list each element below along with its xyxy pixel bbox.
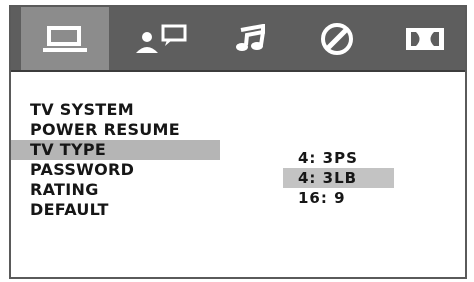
music-note-icon	[236, 23, 265, 51]
person-speech-icon	[136, 24, 187, 53]
menu-item-rating[interactable]: RATING	[11, 180, 231, 200]
monitor-icon	[43, 25, 87, 52]
menu-item-power-resume[interactable]: POWER RESUME	[11, 120, 231, 140]
tab-audio-setup[interactable]	[207, 7, 295, 70]
option-4-3-ps[interactable]: 4: 3PS	[283, 148, 393, 168]
option-4-3-lb[interactable]: 4: 3LB	[283, 168, 394, 188]
tab-preference-setup[interactable]	[293, 7, 381, 70]
tv-type-options: 4: 3PS 4: 3LB 16: 9	[283, 148, 394, 208]
tab-general-setup[interactable]	[21, 7, 109, 70]
settings-menu: TV SYSTEM POWER RESUME TV TYPE PASSWORD …	[11, 100, 231, 220]
menu-item-default[interactable]: DEFAULT	[11, 200, 231, 220]
slash-circle-icon	[321, 22, 353, 55]
tab-bar	[11, 7, 465, 72]
dolby-icon	[406, 27, 444, 50]
option-16-9[interactable]: 16: 9	[283, 188, 393, 208]
tab-dolby-setup[interactable]	[381, 7, 469, 70]
tab-speaker-setup[interactable]	[117, 7, 205, 70]
setup-menu-window: TV SYSTEM POWER RESUME TV TYPE PASSWORD …	[9, 5, 467, 279]
menu-item-tv-type[interactable]: TV TYPE	[11, 140, 220, 160]
menu-item-password[interactable]: PASSWORD	[11, 160, 231, 180]
menu-item-tv-system[interactable]: TV SYSTEM	[11, 100, 231, 120]
